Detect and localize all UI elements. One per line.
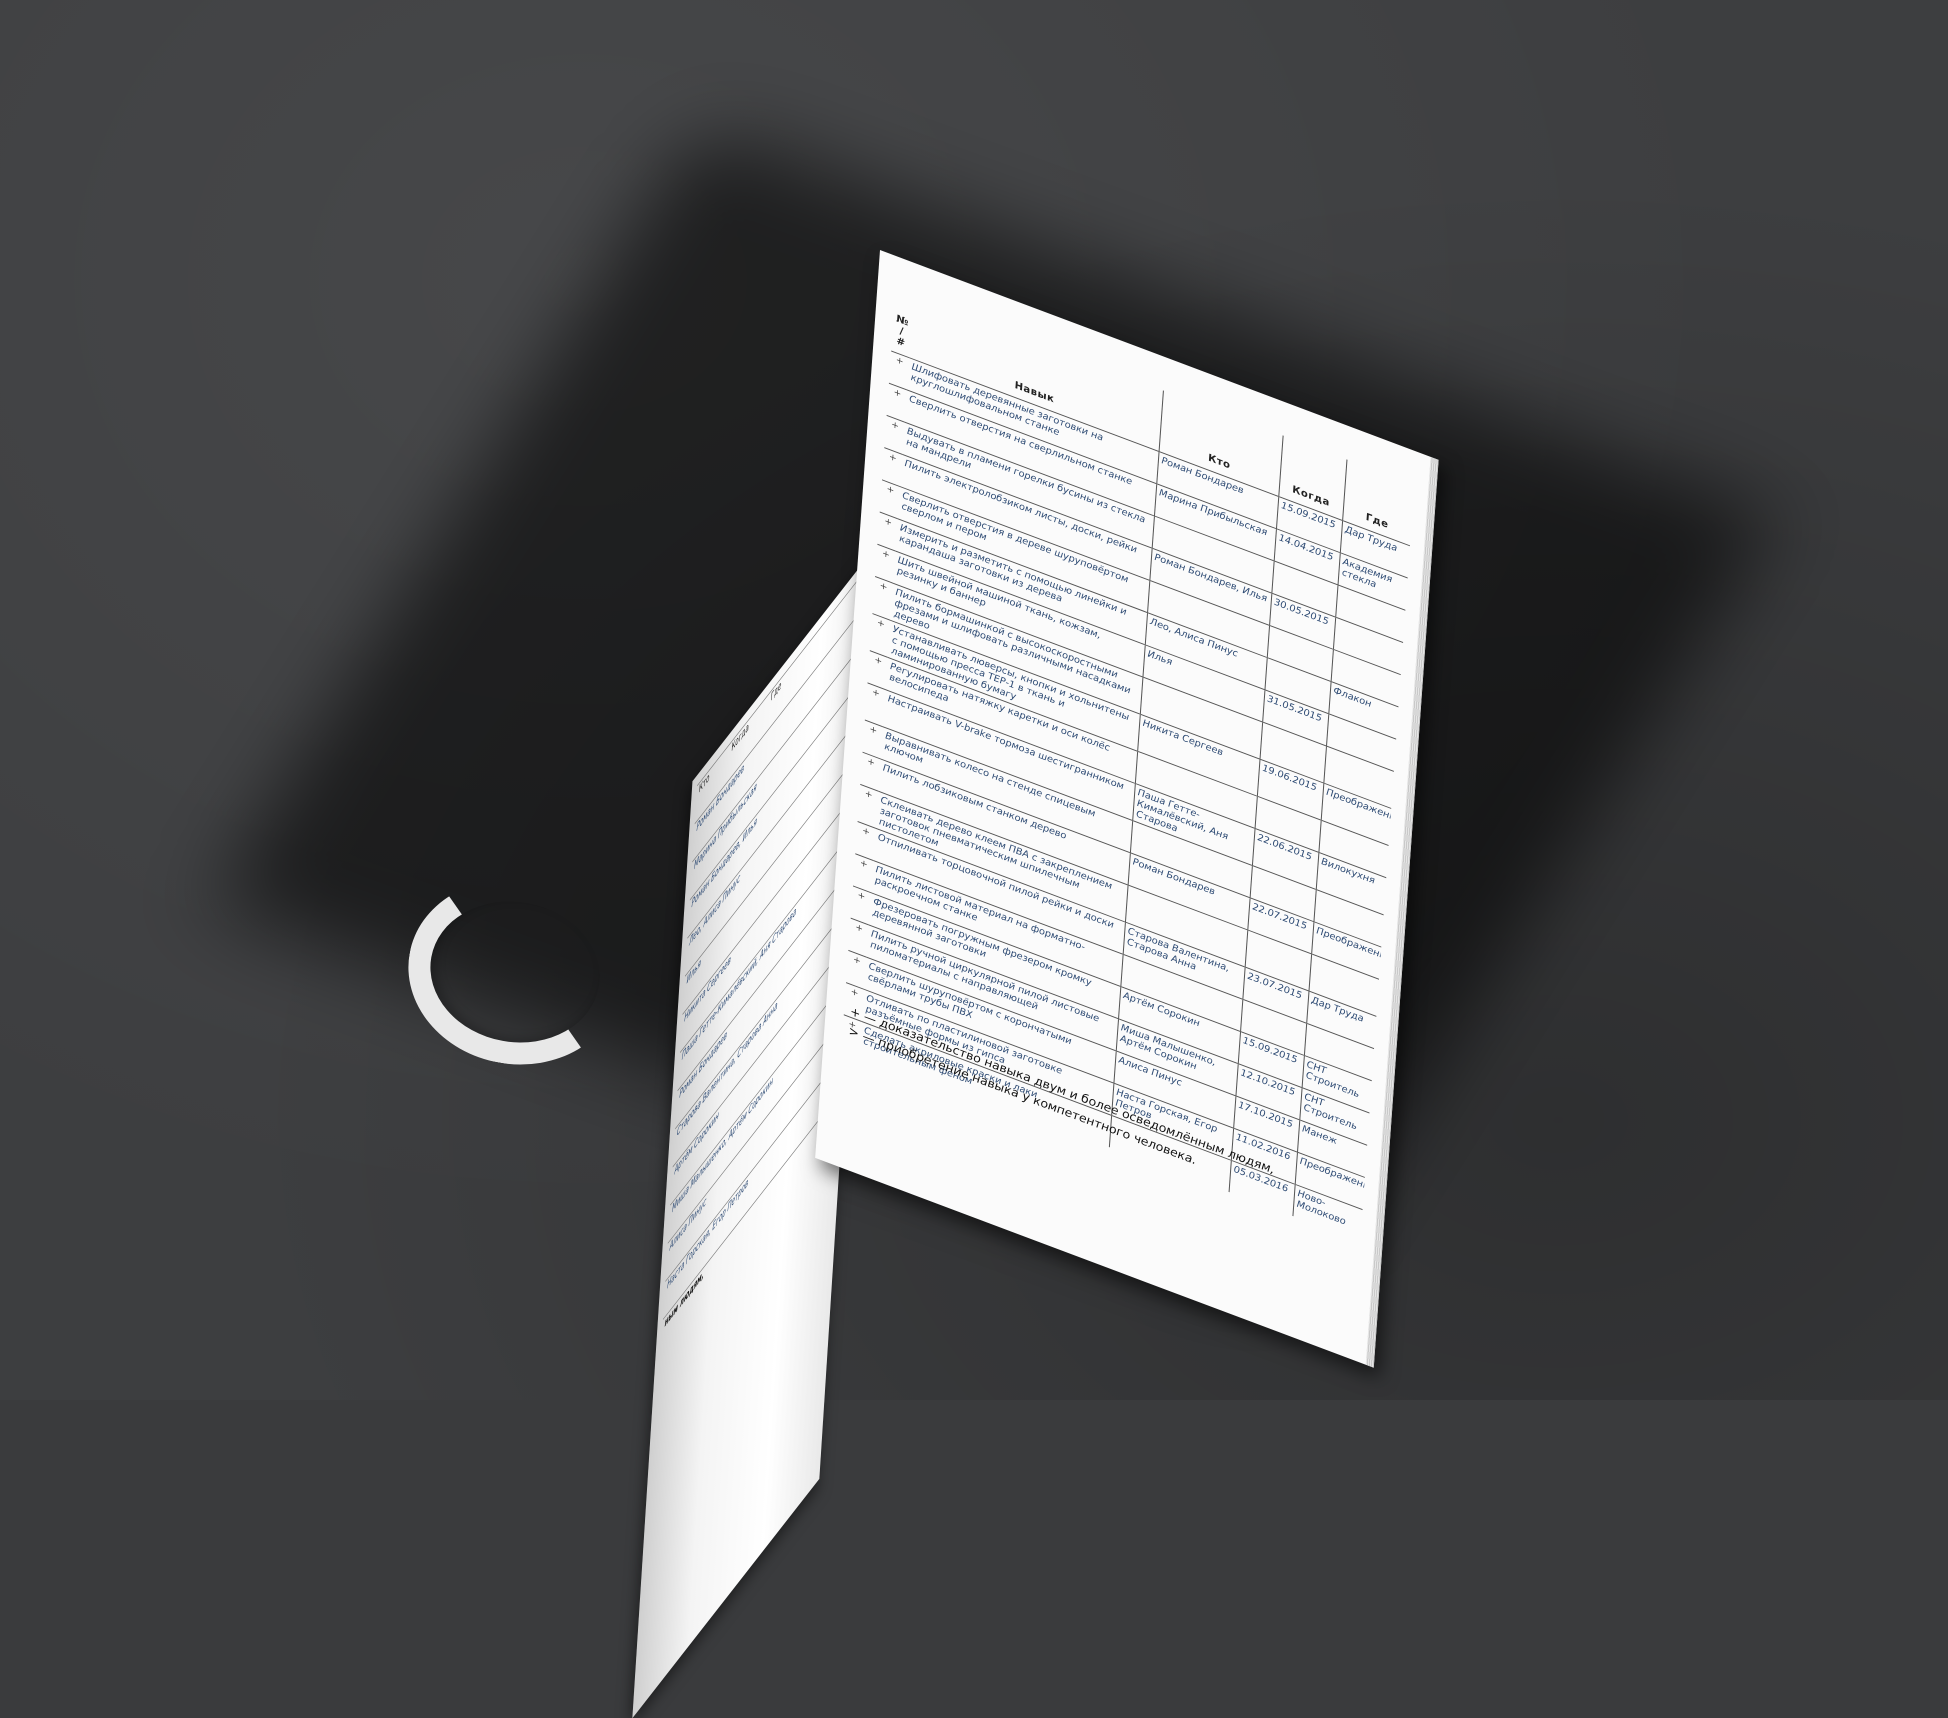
left-header-cell: Кто [698,771,710,797]
desk-surface: КтоКогдаГде Роман Бондарев Марина Прибыльс… [0,0,1948,1718]
left-header-cell: Где [770,679,782,705]
skills-table: № / # Навык Кто Когда Где + Шлифовать дер… [841,290,1415,1242]
